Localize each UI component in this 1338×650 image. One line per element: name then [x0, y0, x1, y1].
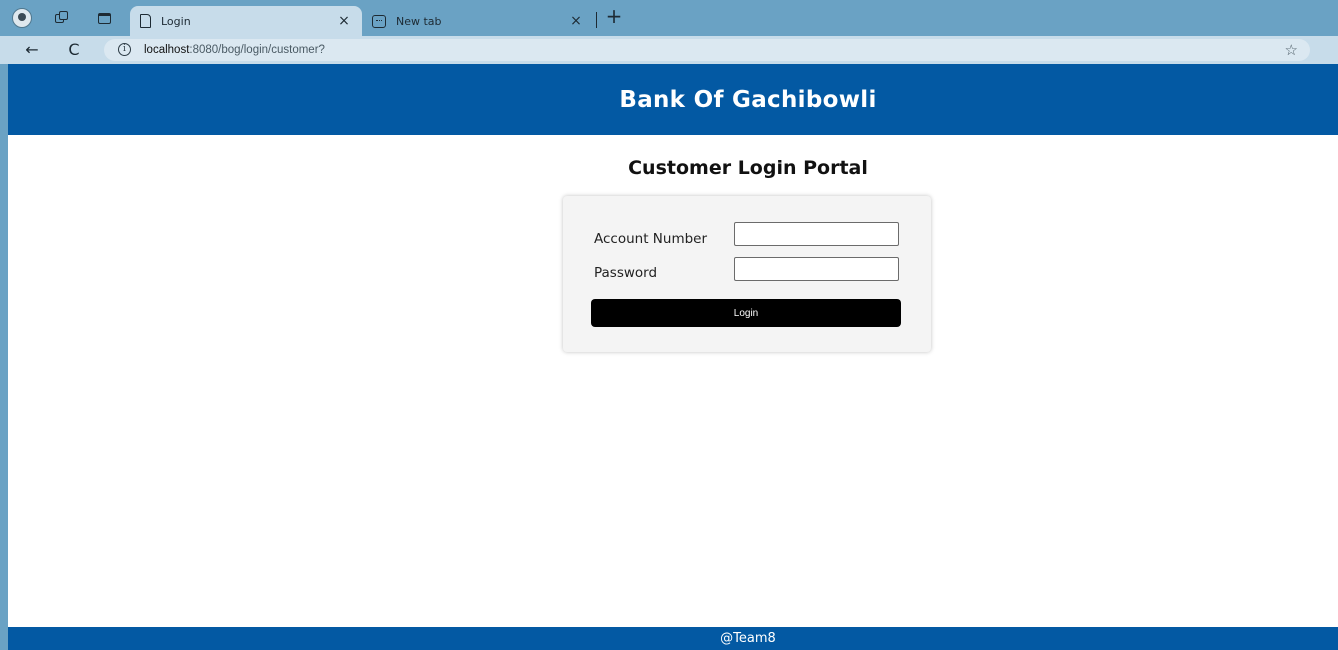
document-icon — [140, 14, 151, 28]
reload-icon[interactable]: C — [64, 40, 84, 60]
login-button[interactable]: Login — [591, 299, 901, 327]
close-tab-icon[interactable]: × — [336, 13, 352, 29]
favorite-star-icon[interactable]: ☆ — [1285, 39, 1298, 61]
tab-actions-icon[interactable] — [95, 9, 113, 27]
account-number-label: Account Number — [594, 231, 708, 247]
workspaces-icon[interactable] — [52, 9, 70, 27]
footer-text: @Team8 — [720, 631, 776, 646]
address-bar[interactable]: i localhost:8080/bog/login/customer? ☆ — [104, 39, 1310, 61]
new-tab-icon — [372, 14, 386, 28]
new-tab-button[interactable]: + — [604, 4, 624, 28]
profile-avatar-icon[interactable] — [12, 8, 32, 28]
url-text[interactable]: localhost:8080/bog/login/customer? — [144, 42, 325, 58]
tab-new-tab[interactable]: New tab × — [362, 6, 594, 36]
password-label: Password — [594, 265, 658, 281]
site-header: Bank Of Gachibowli — [8, 64, 1338, 135]
login-form: Account Number Password Login — [563, 196, 931, 352]
account-number-input[interactable] — [734, 222, 899, 246]
tab-separator — [596, 12, 597, 28]
url-path: :8080/bog/login/customer? — [189, 44, 325, 56]
password-input[interactable] — [734, 257, 899, 281]
browser-toolbar: ← C i localhost:8080/bog/login/customer?… — [0, 36, 1338, 64]
url-host: localhost — [144, 44, 190, 56]
close-tab-icon[interactable]: × — [568, 13, 584, 29]
tab-title: Login — [161, 14, 191, 28]
tab-login[interactable]: Login × — [130, 6, 362, 36]
tab-title: New tab — [396, 14, 442, 28]
browser-tab-strip: Login × New tab × + — [0, 0, 1338, 36]
page-viewport: Bank Of Gachibowli Customer Login Portal… — [8, 64, 1338, 650]
page-title: Customer Login Portal — [628, 157, 868, 179]
back-arrow-icon[interactable]: ← — [22, 40, 42, 60]
site-footer: @Team8 — [8, 627, 1338, 650]
info-icon[interactable]: i — [118, 43, 131, 56]
site-title: Bank Of Gachibowli — [619, 86, 877, 113]
